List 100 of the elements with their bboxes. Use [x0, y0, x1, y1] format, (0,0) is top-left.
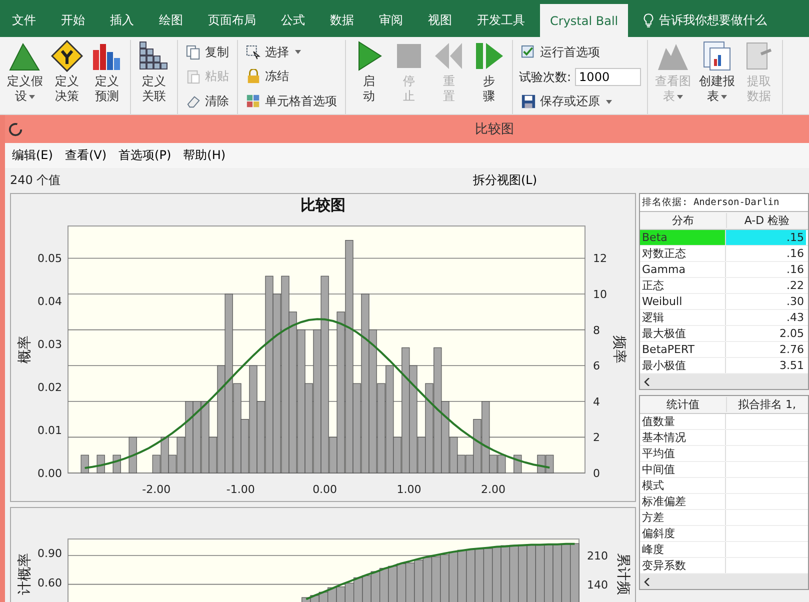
chart-title: 比较图	[300, 196, 346, 214]
menu-item[interactable]: 首选项(P)	[114, 147, 176, 164]
cumulative-bar	[362, 575, 372, 602]
checkbox-icon	[521, 45, 536, 60]
table-cell: 偏斜度	[640, 526, 726, 541]
ribbon-button[interactable]: 定义预测	[87, 40, 127, 114]
diamond-sign-icon	[51, 40, 83, 72]
table-row[interactable]: BetaPERT 2.76	[640, 342, 808, 358]
ribbon-tab[interactable]: 文件	[2, 4, 46, 37]
ribbon-tab[interactable]: 审阅	[369, 4, 413, 37]
table-cell-text: 2.76	[778, 342, 805, 357]
caret-icon	[29, 94, 35, 99]
selection-icon	[246, 44, 261, 60]
axis-tick-label: 0.01	[38, 424, 62, 438]
ribbon-button[interactable]: 冻结	[244, 67, 339, 86]
table-cell: Gamma	[640, 262, 726, 277]
table-cell: Beta	[640, 230, 726, 245]
table-row[interactable]: 正态 .22	[640, 278, 808, 294]
horizontal-scrollbar[interactable]	[640, 574, 808, 589]
axis-tick-label: -1.00	[226, 483, 255, 496]
table-row[interactable]: Beta .15	[640, 230, 808, 246]
column-header: 分布	[640, 213, 727, 228]
table-row[interactable]: Gamma .16	[640, 262, 808, 278]
copy-icon	[186, 44, 201, 60]
grid-icon	[138, 40, 170, 72]
ribbon-button[interactable]: 定义决策	[47, 40, 87, 114]
menu-item[interactable]: 编辑(E)	[7, 147, 58, 164]
ribbon-button[interactable]: 运行首选项	[519, 43, 642, 62]
cumulative-bar	[466, 549, 476, 602]
histogram-bar	[128, 436, 137, 474]
cumulative-bar	[457, 550, 467, 602]
axis-tick-label: 8	[593, 324, 600, 337]
table-cell-text: .22	[786, 278, 805, 293]
table-cell: 最小极值	[640, 358, 726, 373]
menu-item[interactable]: 帮助(H)	[178, 147, 231, 164]
table-cell-text: .43	[786, 310, 805, 325]
ribbon-tab[interactable]: 绘图	[149, 4, 193, 37]
ring-icon	[8, 122, 23, 136]
lightbulb-icon	[643, 13, 654, 28]
clipboard-icon	[186, 69, 201, 84]
ribbon-tab[interactable]: 数据	[320, 4, 364, 37]
table-row[interactable]: 对数正态 .16	[640, 246, 808, 262]
split-view-toggle[interactable]: 拆分视图(L)	[473, 172, 538, 189]
ribbon-button[interactable]: 定义关联	[134, 40, 174, 114]
scroll-left-icon	[644, 378, 650, 386]
ribbon-button[interactable]: 复制	[184, 42, 231, 62]
ribbon-button[interactable]: 清除	[184, 92, 231, 112]
caret-icon	[721, 94, 728, 99]
histogram-bar	[498, 454, 506, 474]
axis-tick-label: 2.00	[480, 483, 506, 496]
table-cell: 峰度	[640, 542, 726, 557]
ribbon-button[interactable]: 步骤	[469, 40, 509, 114]
table-cell-text: .16	[786, 246, 805, 261]
ribbon-tab[interactable]: 开始	[51, 4, 95, 37]
value-count: 240 个值	[10, 172, 62, 189]
ribbon-tab[interactable]: Crystal Ball	[540, 4, 628, 37]
ribbon-tab[interactable]: 插入	[100, 4, 144, 37]
axis-tick-label: 140	[587, 578, 608, 592]
cumulative-bar	[474, 548, 484, 602]
table-row[interactable]: Weibull .30	[640, 294, 808, 310]
ribbon-button[interactable]: 定义假设	[3, 40, 47, 114]
axis-tick-label: 1.00	[396, 483, 422, 496]
cumulative-bar	[518, 544, 528, 602]
window-title: 比较图	[475, 121, 514, 138]
axis-title: 频率	[611, 336, 627, 364]
ribbon-tab[interactable]: 开发工具	[467, 4, 535, 37]
table-cell: 值数量	[640, 414, 726, 429]
axis-title: 计概率	[17, 553, 33, 595]
table-row[interactable]: 逻辑 .43	[640, 310, 808, 326]
ribbon-tab[interactable]: 页面布局	[198, 4, 266, 37]
ribbon-button[interactable]: 启动	[349, 40, 389, 114]
table-cell: Weibull	[640, 294, 726, 309]
cumulative-bar	[396, 563, 406, 602]
axis-tick-label: 0.03	[38, 338, 62, 352]
table-cell: 对数正态	[640, 246, 726, 261]
ribbon-button[interactable]: 保存或还原	[519, 92, 642, 111]
axis-tick-label: 0.90	[38, 547, 62, 560]
ribbon-button[interactable]: 单元格首选项	[244, 92, 339, 112]
trials-label: 试验次数:	[519, 68, 572, 86]
caret-icon	[606, 100, 612, 104]
axis-tick-label: 0.05	[38, 252, 62, 266]
cumulative-bar	[483, 548, 493, 602]
cumulative-bar	[448, 551, 458, 602]
tell-me-search[interactable]: 告诉我你想要做什么	[633, 4, 768, 37]
trials-input[interactable]: 1000	[575, 68, 642, 86]
ribbon-tab[interactable]: 视图	[418, 4, 462, 37]
menu-item[interactable]: 查看(V)	[60, 147, 112, 164]
axis-tick-label: -2.00	[142, 483, 171, 496]
ribbon-button[interactable]: 选择	[244, 42, 339, 62]
table-row[interactable]: 最大极值 2.05	[640, 326, 808, 342]
scroll-left-icon	[644, 578, 650, 586]
table-cell: 标准偏差	[640, 494, 726, 509]
cumulative-bar	[336, 586, 346, 602]
ribbon-tab[interactable]: 公式	[271, 4, 315, 37]
ribbon-button[interactable]: 创建报表	[695, 40, 740, 114]
table-cell: 逻辑	[640, 310, 726, 325]
axis-tick-label: 0	[593, 467, 600, 480]
horizontal-scrollbar[interactable]	[640, 374, 808, 389]
table-cell: 模式	[640, 478, 726, 493]
axis-tick-label: 6	[593, 360, 600, 373]
